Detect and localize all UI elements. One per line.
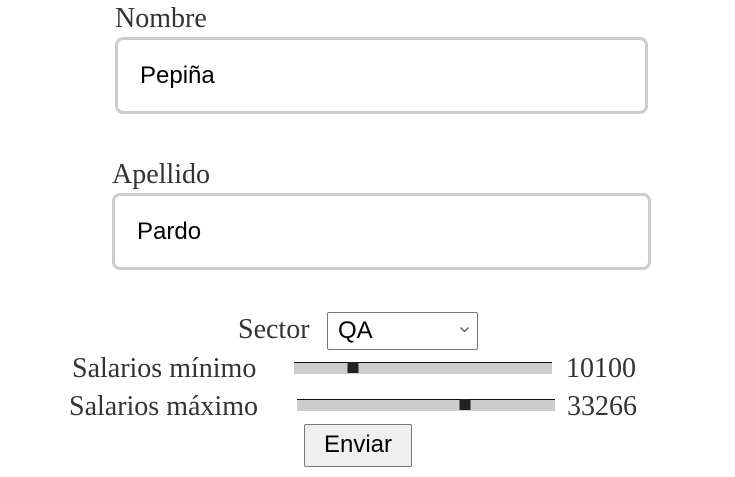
nombre-label: Nombre — [115, 3, 207, 34]
salario-maximo-label: Salarios máximo — [69, 391, 258, 422]
nombre-field[interactable]: Pepiña — [115, 37, 648, 114]
chevron-down-icon — [460, 327, 469, 333]
salario-maximo-value: 33266 — [567, 391, 637, 422]
slider-track — [297, 399, 555, 411]
slider-thumb[interactable] — [347, 362, 359, 373]
sector-selected-value: QA — [338, 317, 373, 344]
salario-minimo-slider[interactable] — [294, 362, 552, 374]
sector-label: Sector — [238, 314, 310, 345]
salario-maximo-slider[interactable] — [297, 399, 555, 411]
apellido-label: Apellido — [112, 159, 210, 190]
submit-button[interactable]: Enviar — [304, 424, 412, 467]
slider-track — [294, 362, 552, 374]
slider-thumb[interactable] — [459, 399, 471, 410]
apellido-field[interactable]: Pardo — [112, 193, 651, 270]
sector-select[interactable]: QA — [327, 312, 478, 350]
salario-minimo-value: 10100 — [566, 353, 636, 384]
salario-minimo-label: Salarios mínimo — [72, 353, 257, 384]
